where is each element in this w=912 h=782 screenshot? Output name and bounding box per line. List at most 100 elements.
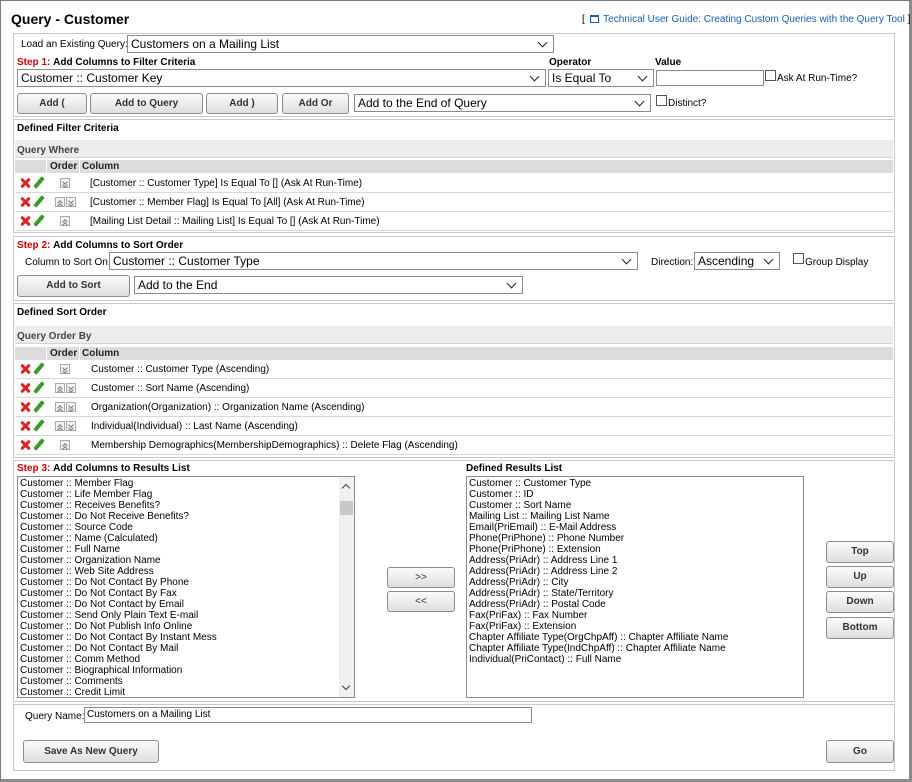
edit-pencil-icon[interactable] (33, 195, 45, 208)
scroll-up-icon[interactable] (341, 483, 351, 493)
list-item[interactable]: Customer :: Comm Method (20, 654, 352, 665)
list-item[interactable]: Customer :: Member Flag (20, 478, 352, 489)
move-up-icon[interactable] (55, 197, 65, 207)
list-item[interactable]: Customer :: Do Not Contact by Email (20, 599, 352, 610)
list-item[interactable]: Customer :: Biographical Information (20, 665, 352, 676)
add-to-sort-button[interactable]: Add to Sort (17, 275, 130, 297)
list-item[interactable]: Customer :: Customer Type (469, 478, 801, 489)
delete-icon[interactable] (20, 364, 30, 374)
list-item[interactable]: Customer :: Credit Limit (20, 687, 352, 697)
list-item[interactable]: Address(PriAdr) :: State/Territory (469, 588, 801, 599)
edit-pencil-icon[interactable] (33, 438, 45, 451)
filter-position-select[interactable]: Add to the End of Query (354, 94, 651, 112)
list-item[interactable]: Fax(PriFax) :: Fax Number (469, 610, 801, 621)
delete-icon[interactable] (20, 216, 30, 226)
add-or-button[interactable]: Add Or (282, 93, 349, 114)
remove-from-results-button[interactable]: << (387, 591, 455, 612)
delete-icon[interactable] (20, 440, 30, 450)
list-item[interactable]: Customer :: Sort Name (469, 500, 801, 511)
list-item[interactable]: Customer :: Receives Benefits? (20, 500, 352, 511)
move-top-button[interactable]: Top (826, 541, 894, 563)
distinct-checkbox[interactable] (656, 95, 667, 106)
move-up-icon[interactable] (55, 402, 65, 412)
list-item[interactable]: Customer :: Do Not Contact By Fax (20, 588, 352, 599)
list-item[interactable]: Customer :: Name (Calculated) (20, 533, 352, 544)
guide-bracket-close: ] (907, 14, 911, 25)
list-item[interactable]: Mailing List :: Mailing List Name (469, 511, 801, 522)
list-item[interactable]: Customer :: Do Not Publish Info Online (20, 621, 352, 632)
list-item[interactable]: Customer :: Do Not Contact By Phone (20, 577, 352, 588)
list-item[interactable]: Customer :: Full Name (20, 544, 352, 555)
add-close-paren-button[interactable]: Add ) (206, 93, 278, 114)
edit-pencil-icon[interactable] (33, 419, 45, 432)
add-to-query-button[interactable]: Add to Query (90, 93, 203, 114)
delete-icon[interactable] (20, 197, 30, 207)
list-item[interactable]: Phone(PriPhone) :: Extension (469, 544, 801, 555)
sort-position-select[interactable]: Add to the End (134, 276, 523, 294)
move-up-icon[interactable] (60, 440, 70, 450)
list-item[interactable]: Address(PriAdr) :: Address Line 2 (469, 566, 801, 577)
list-item[interactable]: Chapter Affiliate Type(OrgChpAff) :: Cha… (469, 632, 801, 643)
list-item[interactable]: Customer :: Do Not Contact By Instant Me… (20, 632, 352, 643)
available-scrollbar[interactable] (339, 477, 354, 697)
edit-pencil-icon[interactable] (33, 214, 45, 227)
edit-pencil-icon[interactable] (33, 381, 45, 394)
move-up-button[interactable]: Up (826, 566, 894, 588)
filter-column-select[interactable]: Customer :: Customer Key (17, 69, 546, 87)
list-item[interactable]: Fax(PriFax) :: Extension (469, 621, 801, 632)
delete-icon[interactable] (20, 402, 30, 412)
move-down-icon[interactable] (66, 421, 76, 431)
list-item[interactable]: Customer :: Web Site Address (20, 566, 352, 577)
delete-icon[interactable] (20, 178, 30, 188)
move-down-icon[interactable] (60, 178, 70, 188)
list-item[interactable]: Customer :: Do Not Receive Benefits? (20, 511, 352, 522)
delete-icon[interactable] (20, 421, 30, 431)
scroll-down-icon[interactable] (341, 681, 351, 691)
scroll-thumb[interactable] (340, 501, 353, 515)
defined-results-list[interactable]: Customer :: Customer Type Customer :: ID C… (466, 476, 804, 698)
list-item[interactable]: Individual(PriContact) :: Full Name (469, 654, 801, 665)
direction-select[interactable]: Ascending (694, 252, 780, 270)
list-item[interactable]: Address(PriAdr) :: Postal Code (469, 599, 801, 610)
add-to-results-button[interactable]: >> (387, 567, 455, 588)
filter-value-input[interactable] (656, 70, 764, 86)
available-columns-list[interactable]: Customer :: Member Flag Customer :: Life … (17, 476, 355, 698)
list-item[interactable]: Address(PriAdr) :: Address Line 1 (469, 555, 801, 566)
move-up-icon[interactable] (60, 216, 70, 226)
ask-runtime-checkbox[interactable] (765, 70, 776, 81)
edit-pencil-icon[interactable] (33, 400, 45, 413)
load-query-select[interactable]: Customers on a Mailing List (127, 35, 554, 53)
move-down-icon[interactable] (60, 364, 70, 374)
filter-row: [Customer :: Customer Type] Is Equal To … (15, 174, 893, 193)
move-bottom-button[interactable]: Bottom (826, 617, 894, 639)
technical-guide-link[interactable]: Technical User Guide: Creating Custom Qu… (603, 14, 905, 25)
group-display-checkbox[interactable] (793, 253, 804, 264)
move-up-icon[interactable] (55, 383, 65, 393)
query-name-input[interactable]: Customers on a Mailing List (84, 707, 532, 723)
edit-pencil-icon[interactable] (33, 176, 45, 189)
list-item[interactable]: Email(PriEmail) :: E-Mail Address (469, 522, 801, 533)
edit-pencil-icon[interactable] (33, 362, 45, 375)
list-item[interactable]: Customer :: ID (469, 489, 801, 500)
list-item[interactable]: Chapter Affiliate Type(IndChpAff) :: Cha… (469, 643, 801, 654)
move-up-icon[interactable] (55, 421, 65, 431)
delete-icon[interactable] (20, 383, 30, 393)
list-item[interactable]: Customer :: Send Only Plain Text E-mail (20, 610, 352, 621)
list-item[interactable]: Customer :: Source Code (20, 522, 352, 533)
move-down-button[interactable]: Down (826, 591, 894, 613)
list-item[interactable]: Customer :: Organization Name (20, 555, 352, 566)
go-button[interactable]: Go (826, 740, 894, 763)
list-item[interactable]: Phone(PriPhone) :: Phone Number (469, 533, 801, 544)
list-item[interactable]: Customer :: Do Not Contact By Mail (20, 643, 352, 654)
move-down-icon[interactable] (66, 197, 76, 207)
sort-column-select[interactable]: Customer :: Customer Type (109, 252, 638, 270)
move-down-icon[interactable] (66, 383, 76, 393)
list-item[interactable]: Customer :: Life Member Flag (20, 489, 352, 500)
list-item[interactable]: Customer :: Comments (20, 676, 352, 687)
operator-select[interactable]: Is Equal To (548, 69, 654, 87)
save-as-new-query-button[interactable]: Save As New Query (23, 740, 159, 763)
filter-row: [Mailing List Detail :: Mailing List] Is… (15, 212, 893, 231)
list-item[interactable]: Address(PriAdr) :: City (469, 577, 801, 588)
move-down-icon[interactable] (66, 402, 76, 412)
add-open-paren-button[interactable]: Add ( (17, 93, 87, 114)
